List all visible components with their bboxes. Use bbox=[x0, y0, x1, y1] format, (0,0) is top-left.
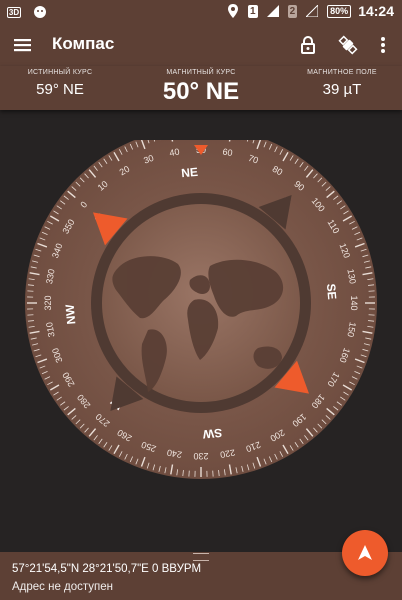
direction-label: NE bbox=[181, 165, 199, 180]
tick-number: 320 bbox=[43, 295, 53, 310]
tick-number: 40 bbox=[169, 147, 181, 159]
tick-number: 230 bbox=[193, 451, 208, 461]
location-icon bbox=[225, 3, 241, 19]
magnetic-field-readout: МАГНИТНОЕ ПОЛЕ 39 µT bbox=[282, 66, 402, 98]
lock-icon[interactable] bbox=[297, 34, 319, 56]
signal-icon bbox=[265, 3, 281, 19]
compass-dial[interactable]: 0102030405060708090100110120130140150160… bbox=[0, 127, 402, 540]
magnetic-field-value: 39 µT bbox=[322, 81, 362, 98]
compass-svg: 0102030405060708090100110120130140150160… bbox=[25, 127, 377, 479]
battery-icon: 80% bbox=[327, 4, 352, 18]
magnetic-course-label: МАГНИТНЫЙ КУРС bbox=[166, 69, 236, 76]
android-icon bbox=[32, 4, 48, 20]
3d-icon: 3D bbox=[6, 4, 22, 20]
magnetic-field-label: МАГНИТНОЕ ПОЛЕ bbox=[307, 69, 377, 76]
true-course-readout: ИСТИННЫЙ КУРС 59° NE bbox=[0, 66, 120, 98]
address-text: Адрес не доступен bbox=[12, 581, 114, 593]
coordinates-text: 57°21'54,5"N 28°21'50,7"E 0 ВВУРМ bbox=[12, 563, 202, 575]
true-course-label: ИСТИННЫЙ КУРС bbox=[27, 69, 93, 76]
status-bar: 3D 1 2 80% 14:24 bbox=[0, 0, 402, 24]
more-vert-icon[interactable] bbox=[372, 34, 394, 56]
page-title: Компас bbox=[52, 34, 115, 53]
battery-level: 80% bbox=[327, 4, 352, 18]
readout-panel: ИСТИННЫЙ КУРС 59° NE МАГНИТНЫЙ КУРС 50° … bbox=[0, 66, 402, 110]
3d-label: 3D bbox=[6, 6, 22, 18]
drag-handle-icon[interactable] bbox=[193, 553, 209, 561]
direction-label: SE bbox=[324, 283, 339, 300]
sim2-badge: 2 bbox=[287, 4, 298, 18]
sim1-badge: 1 bbox=[248, 4, 258, 18]
direction-label: NW bbox=[63, 303, 79, 325]
clock: 14:24 bbox=[358, 3, 394, 19]
menu-icon[interactable] bbox=[12, 34, 34, 56]
tick-number: 140 bbox=[349, 295, 359, 310]
navigation-fab[interactable] bbox=[342, 530, 388, 576]
signal-weak-icon bbox=[304, 3, 320, 19]
magnetic-course-value: 50° NE bbox=[162, 78, 240, 105]
direction-label: SW bbox=[202, 426, 223, 442]
navigation-arrow-icon bbox=[358, 545, 372, 560]
magnetic-course-readout: МАГНИТНЫЙ КУРС 50° NE bbox=[130, 66, 272, 106]
true-course-value: 59° NE bbox=[36, 81, 84, 98]
app-bar: Компас bbox=[0, 24, 402, 66]
tick-number: 60 bbox=[222, 147, 234, 159]
satellite-icon[interactable] bbox=[337, 34, 359, 56]
